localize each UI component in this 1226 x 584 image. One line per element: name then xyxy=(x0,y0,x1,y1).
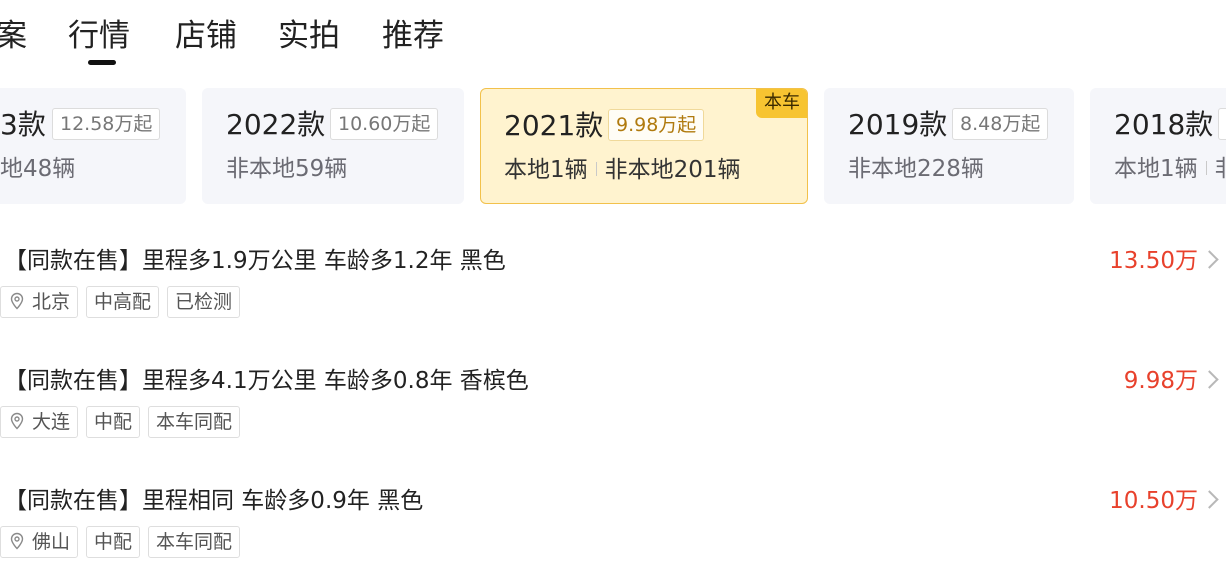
location-pin-icon xyxy=(10,532,24,550)
count-label: 本地1辆非 xyxy=(1114,154,1226,184)
listing-title: 【同款在售】里程多1.9万公里 车龄多1.2年 黑色 xyxy=(4,248,506,274)
city-tag: 佛山 xyxy=(0,526,79,558)
location-pin-icon xyxy=(10,292,24,310)
listing-title: 【同款在售】里程相同 车龄多0.9年 黑色 xyxy=(4,488,424,514)
listing-tags: 北京 中高配 已检测 xyxy=(0,286,248,318)
feature-tag: 本车同配 xyxy=(148,526,241,558)
year-card[interactable]: 3款 12.58万起 地48辆 xyxy=(0,88,186,204)
year-label: 3款 xyxy=(0,108,46,141)
listing-row[interactable]: 【同款在售】里程多1.9万公里 车龄多1.2年 黑色 13.50万 北京 中高配已… xyxy=(0,244,1226,344)
non-local-count: 非本地201辆 xyxy=(604,157,741,183)
divider xyxy=(595,161,597,176)
current-car-badge: 本车 xyxy=(756,89,807,118)
count-label: 非本地228辆 xyxy=(848,156,984,182)
price-chip: 12.58万起 xyxy=(52,108,161,140)
listing-title: 【同款在售】里程多4.1万公里 车龄多0.8年 香槟色 xyxy=(4,368,529,394)
non-local-count: 非 xyxy=(1215,156,1226,182)
local-count: 本地1辆 xyxy=(1114,156,1198,182)
year-card[interactable]: 2018款 本地1辆非 xyxy=(1090,88,1226,204)
listing-row[interactable]: 【同款在售】里程多4.1万公里 车龄多0.8年 香槟色 9.98万 大连 中配 本车… xyxy=(0,364,1226,464)
listing-price: 9.98万 xyxy=(1123,368,1198,394)
year-label: 2018款 xyxy=(1114,108,1214,141)
year-label: 2019款 xyxy=(848,108,948,141)
listing-tags: 佛山 中配 本车同配 xyxy=(0,526,248,558)
tab-market[interactable]: 行情 xyxy=(68,16,130,56)
local-count: 本地1辆 xyxy=(504,157,588,183)
city-label: 佛山 xyxy=(32,531,71,553)
city-label: 大连 xyxy=(32,411,71,433)
city-label: 北京 xyxy=(32,291,71,313)
listing-price: 10.50万 xyxy=(1109,488,1198,514)
count-label: 非本地59辆 xyxy=(226,156,348,182)
listing-row[interactable]: 【同款在售】里程相同 车龄多0.9年 黑色 10.50万 佛山 中配 本车同配 xyxy=(0,484,1226,584)
location-pin-icon xyxy=(10,412,24,430)
config-tag: 中配 xyxy=(86,526,141,558)
tab-store[interactable]: 店铺 xyxy=(175,16,237,56)
chevron-right-icon xyxy=(1200,490,1219,509)
price-chip: 8.48万起 xyxy=(952,108,1049,140)
tab-photos[interactable]: 实拍 xyxy=(278,16,340,56)
tab-bar: 案 行情 店铺 实拍 推荐 xyxy=(0,0,1226,70)
year-card[interactable]: 2022款 10.60万起 非本地59辆 xyxy=(202,88,464,204)
chevron-right-icon xyxy=(1200,370,1219,389)
price-chip xyxy=(1218,108,1226,140)
config-tag: 中高配 xyxy=(86,286,160,318)
feature-tag: 本车同配 xyxy=(148,406,241,438)
listing-tags: 大连 中配 本车同配 xyxy=(0,406,248,438)
feature-tag: 已检测 xyxy=(167,286,241,318)
count-label: 地48辆 xyxy=(0,156,76,182)
year-card-current[interactable]: 2021款 9.98万起 本地1辆 非本地201辆 本车 xyxy=(480,88,808,204)
price-chip: 10.60万起 xyxy=(330,108,439,140)
year-label: 2021款 xyxy=(504,109,604,142)
tab-scheme[interactable]: 案 xyxy=(0,16,27,56)
year-label: 2022款 xyxy=(226,108,326,141)
city-tag: 北京 xyxy=(0,286,79,318)
tab-recommend[interactable]: 推荐 xyxy=(382,16,444,56)
year-card-strip[interactable]: 3款 12.58万起 地48辆 2022款 10.60万起 非本地59辆 202… xyxy=(0,88,1226,204)
chevron-right-icon xyxy=(1200,250,1219,269)
city-tag: 大连 xyxy=(0,406,79,438)
config-tag: 中配 xyxy=(86,406,141,438)
count-label: 本地1辆 非本地201辆 xyxy=(504,155,741,185)
active-tab-indicator xyxy=(88,60,116,65)
listing-price: 13.50万 xyxy=(1109,248,1198,274)
price-chip: 9.98万起 xyxy=(608,109,705,141)
year-card[interactable]: 2019款 8.48万起 非本地228辆 xyxy=(824,88,1074,204)
divider xyxy=(1205,160,1207,175)
